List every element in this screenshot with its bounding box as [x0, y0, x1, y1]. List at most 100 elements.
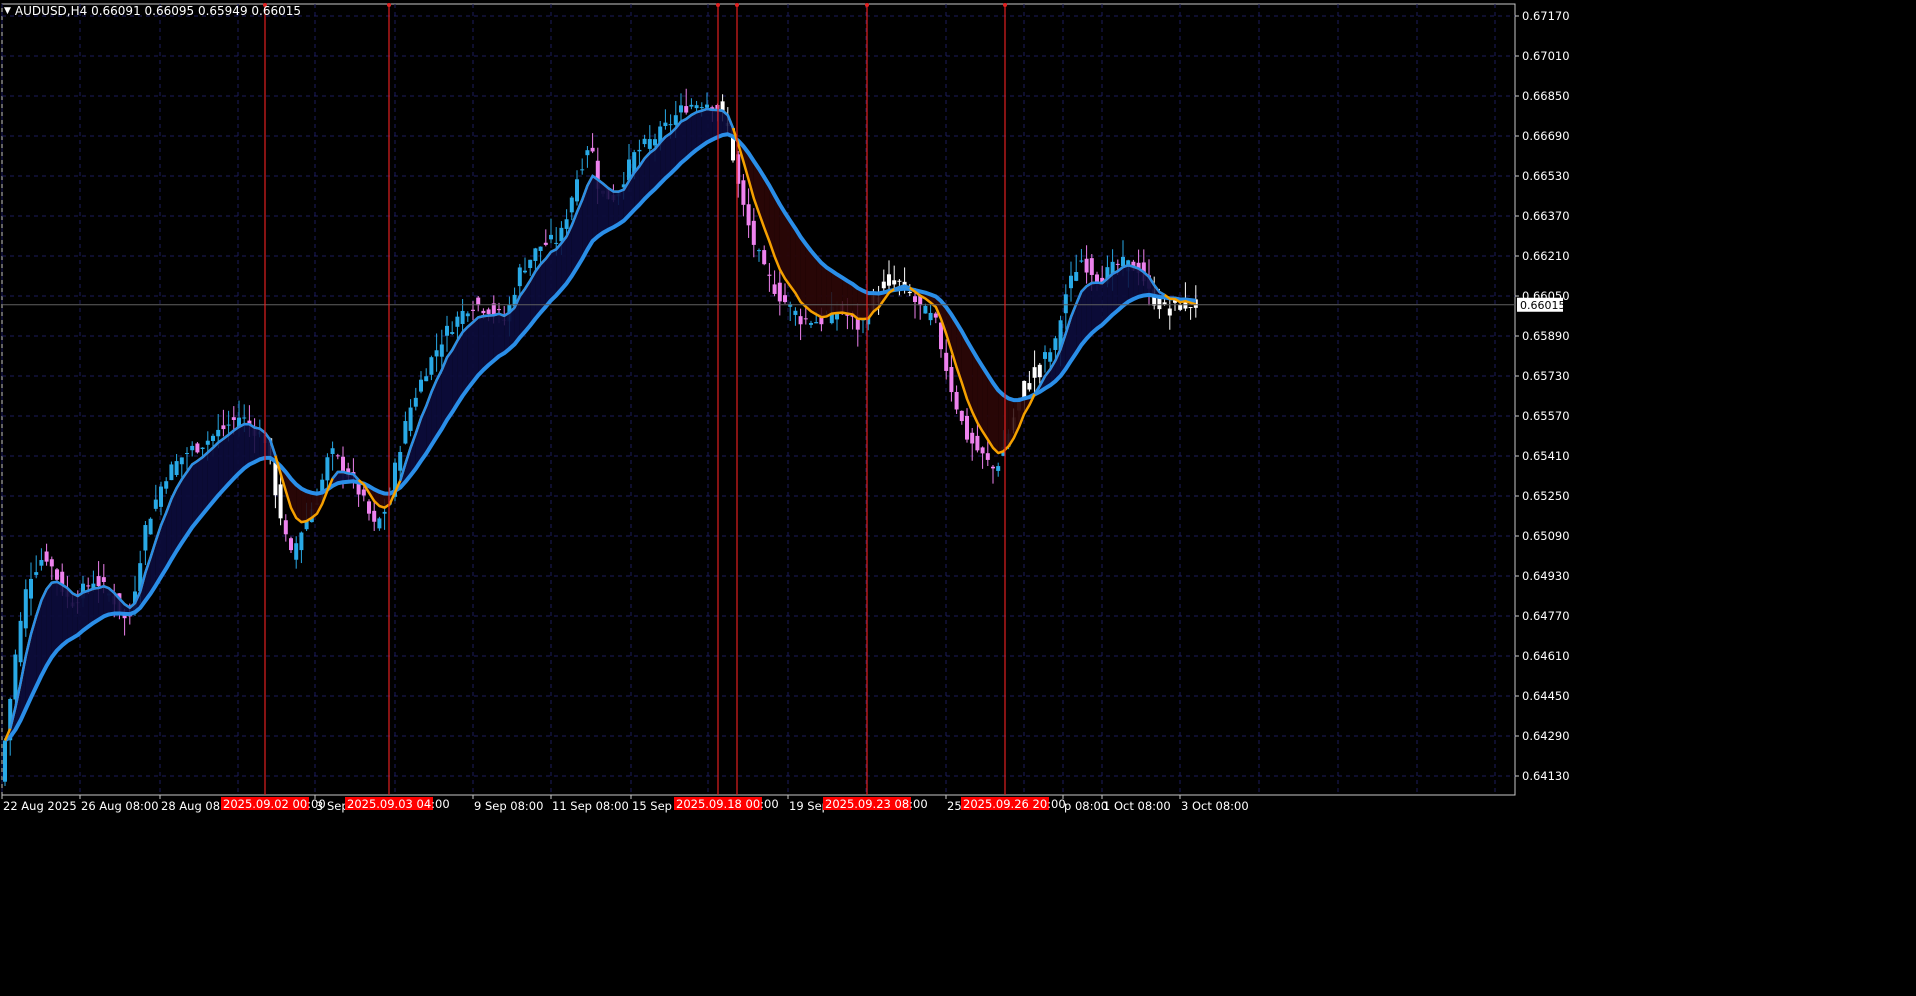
ma-cloud-segment — [785, 212, 791, 286]
candle-body — [1095, 274, 1099, 282]
candle-body — [367, 501, 371, 514]
collapse-triangle-icon[interactable]: ▼ — [4, 6, 11, 16]
candle-body — [18, 620, 23, 663]
candle-body — [772, 284, 777, 294]
candle-body — [881, 281, 886, 289]
candle-body — [283, 520, 288, 535]
candle-body — [798, 316, 803, 325]
candle-body — [549, 234, 553, 240]
candle-body — [101, 577, 106, 582]
ma-cloud-segment — [842, 277, 848, 314]
candle-body — [783, 295, 787, 303]
price-axis-label: 0.65410 — [1522, 449, 1570, 463]
candle-body — [439, 344, 444, 357]
candle-body — [590, 147, 595, 152]
candle-body — [741, 180, 746, 205]
time-axis-label: 19 Sep — [789, 799, 829, 813]
candle-body — [757, 250, 761, 252]
price-chart[interactable]: 0.67170 0.67010 0.66850 0.66690 0.66530 0.663… — [0, 0, 1916, 996]
ma-cloud-segment — [301, 488, 307, 523]
time-axis-label: 3 Oct 08:00 — [1181, 799, 1249, 813]
candle-body — [1162, 302, 1167, 305]
candle-body — [975, 435, 980, 451]
candle-body — [1053, 338, 1058, 350]
candle-body — [434, 350, 439, 357]
candle-body — [325, 457, 330, 481]
candle-body — [1188, 307, 1193, 309]
ma-cloud-segment — [805, 244, 811, 312]
chart-window[interactable]: 0.67170 0.67010 0.66850 0.66690 0.66530 0.663… — [0, 0, 1916, 996]
signal-marker-dot — [735, 3, 739, 7]
symbol-ohlc-text: AUDUSD,H4 0.66091 0.66095 0.65949 0.6601… — [14, 4, 302, 18]
candle-body — [278, 484, 283, 519]
ma-cloud-segment — [493, 313, 499, 361]
candle-body — [538, 246, 543, 252]
ma-cloud-segment — [712, 109, 718, 140]
candle-body — [970, 432, 975, 444]
candle-body — [663, 122, 668, 127]
candle-body — [221, 425, 226, 430]
ma-cloud-segment — [592, 175, 598, 242]
signal-marker-dot — [865, 3, 869, 7]
ma-cloud-segment — [857, 287, 863, 319]
candle-body — [1178, 304, 1183, 310]
candle-body — [164, 481, 169, 489]
candle-body — [361, 489, 366, 496]
ma-cloud-segment — [457, 332, 463, 404]
candle-body — [382, 511, 387, 514]
plot-frame — [1, 3, 1516, 796]
candle-body — [985, 453, 990, 460]
candle-body — [1043, 352, 1047, 359]
ma-cloud-segment — [213, 442, 219, 502]
candle-body — [3, 740, 7, 782]
ma-cloud-segment — [993, 382, 999, 454]
ma-cloud-segment — [447, 350, 453, 420]
candle-body — [424, 376, 429, 382]
candle-body — [1079, 260, 1084, 262]
candle-body — [793, 310, 798, 315]
candle-body — [637, 149, 642, 152]
ma-cloud-segment — [795, 228, 801, 302]
ma-cloud-segment — [83, 590, 89, 631]
ma-cloud-segment — [176, 479, 182, 551]
candle-body — [49, 559, 54, 567]
ma-cloud-segment — [197, 457, 203, 521]
candle-body — [148, 518, 153, 535]
signal-marker-tag-label: 2025.09.23 08:00 — [825, 797, 928, 811]
candle-body — [949, 367, 954, 393]
ma-cloud-segment — [1091, 282, 1097, 334]
candle-body — [913, 296, 917, 303]
candle-body — [34, 572, 39, 575]
ma-cloud-segment — [1123, 265, 1129, 306]
ma-cloud-segment — [1081, 286, 1087, 345]
candle-body — [923, 305, 928, 314]
candle-body — [179, 457, 184, 465]
candle-body — [1069, 275, 1073, 289]
ma-cloud-segment — [77, 592, 83, 635]
ma-cloud-segment — [207, 447, 213, 508]
price-axis-label: 0.67170 — [1522, 9, 1570, 23]
candle-body — [216, 429, 221, 437]
ma-cloud-segment — [62, 584, 68, 646]
candle-body — [55, 569, 59, 580]
candle-body — [372, 510, 377, 522]
candle-body — [231, 417, 236, 420]
ma-cloud-segment — [1086, 282, 1092, 339]
candle-body — [965, 415, 969, 440]
ma-cloud-segment — [249, 424, 255, 465]
signal-marker-tag-label: 2025.09.18 00:00 — [676, 797, 779, 811]
candle-body — [1089, 258, 1094, 275]
candle-body — [668, 124, 673, 126]
ma-cloud-segment — [831, 270, 837, 314]
ma-cloud-segment — [228, 430, 234, 485]
ma-cloud-segment — [1128, 265, 1134, 302]
candle-body — [429, 357, 434, 375]
ma-cloud-segment — [597, 179, 603, 237]
candle-body — [486, 309, 491, 314]
candle-body — [543, 242, 548, 245]
ma-cloud-segment — [202, 452, 208, 515]
candle-body — [273, 462, 278, 496]
time-axis-label: 22 Aug 2025 — [3, 799, 77, 813]
candle-body — [476, 297, 481, 306]
candle-body — [96, 576, 101, 586]
